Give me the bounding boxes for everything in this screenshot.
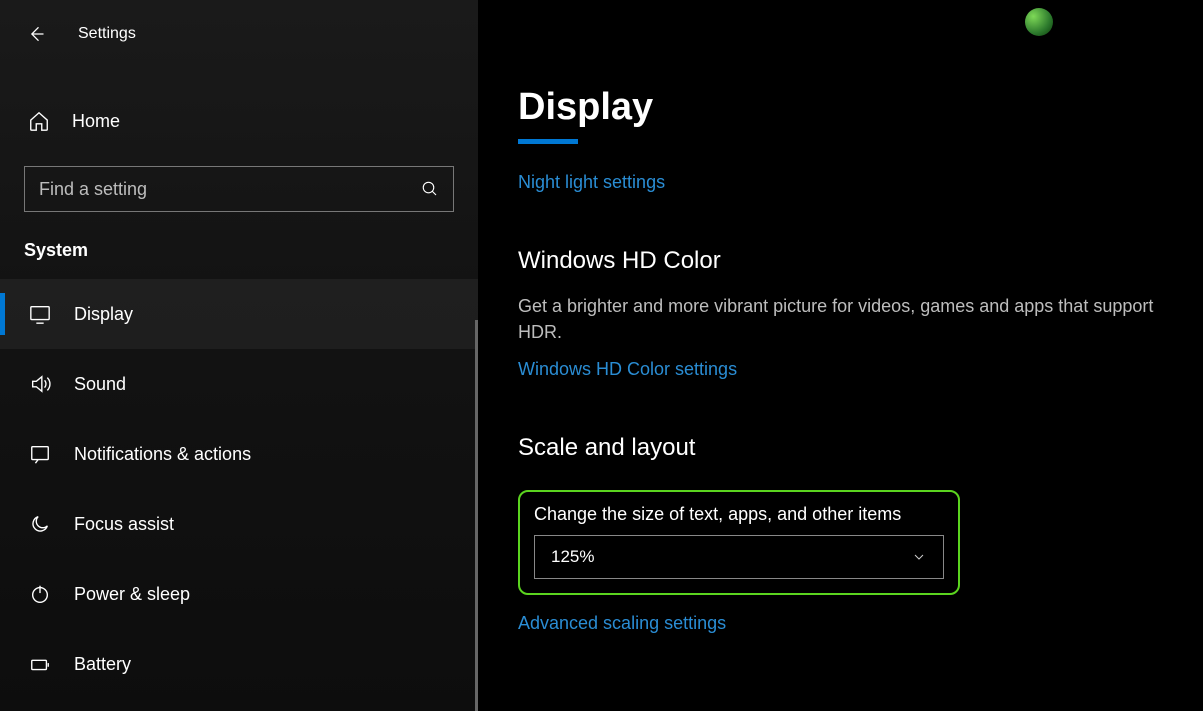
night-light-settings-link[interactable]: Night light settings	[518, 172, 665, 193]
sidebar-item-label: Sound	[74, 374, 126, 395]
window-title: Settings	[78, 25, 136, 43]
sidebar-item-label: Display	[74, 304, 133, 325]
chat-icon	[29, 443, 51, 465]
search-icon	[421, 180, 439, 198]
hd-color-heading: Windows HD Color	[518, 247, 1163, 275]
sidebar-item-label: Battery	[74, 654, 131, 675]
highlight-box: Change the size of text, apps, and other…	[518, 490, 960, 595]
sidebar-item-label: Power & sleep	[74, 584, 190, 605]
sidebar-item-display[interactable]: Display	[0, 279, 478, 349]
home-nav[interactable]: Home	[0, 94, 478, 148]
sidebar: Settings Home System Display Sound Notif…	[0, 0, 478, 711]
accent-bar	[518, 139, 578, 144]
speaker-icon	[29, 373, 51, 395]
sidebar-item-focus-assist[interactable]: Focus assist	[0, 489, 478, 559]
power-icon	[29, 583, 51, 605]
page-title: Display	[518, 86, 1163, 129]
avatar[interactable]	[1025, 8, 1053, 36]
arrow-left-icon	[26, 24, 46, 44]
sidebar-item-battery[interactable]: Battery	[0, 629, 478, 699]
back-button[interactable]	[24, 22, 48, 46]
sidebar-item-notifications[interactable]: Notifications & actions	[0, 419, 478, 489]
category-label: System	[0, 212, 478, 279]
scale-heading: Scale and layout	[518, 434, 1163, 462]
scale-value: 125%	[551, 547, 594, 567]
hd-color-desc: Get a brighter and more vibrant picture …	[518, 293, 1163, 345]
monitor-icon	[29, 303, 51, 325]
scale-field-label: Change the size of text, apps, and other…	[534, 504, 944, 525]
chevron-down-icon	[911, 549, 927, 565]
scale-dropdown[interactable]: 125%	[534, 535, 944, 579]
sidebar-item-label: Focus assist	[74, 514, 174, 535]
battery-icon	[29, 653, 51, 675]
hd-color-settings-link[interactable]: Windows HD Color settings	[518, 359, 737, 380]
sidebar-item-power-sleep[interactable]: Power & sleep	[0, 559, 478, 629]
moon-icon	[29, 513, 51, 535]
search-box[interactable]	[24, 166, 454, 212]
home-icon	[28, 110, 50, 132]
home-label: Home	[72, 111, 120, 132]
sidebar-item-sound[interactable]: Sound	[0, 349, 478, 419]
main-content: Display Night light settings Windows HD …	[478, 0, 1203, 711]
titlebar: Settings	[0, 14, 478, 54]
search-input[interactable]	[39, 179, 421, 200]
sidebar-item-label: Notifications & actions	[74, 444, 251, 465]
advanced-scaling-link[interactable]: Advanced scaling settings	[518, 613, 1163, 634]
